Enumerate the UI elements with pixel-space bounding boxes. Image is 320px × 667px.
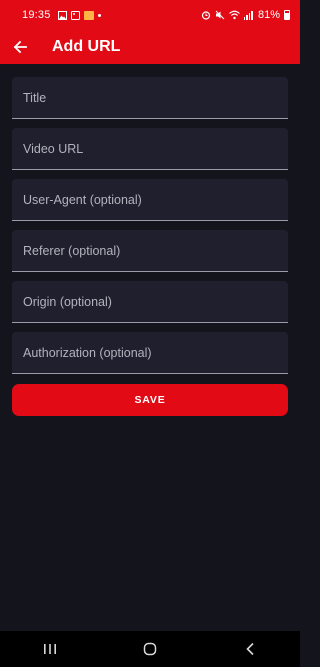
- dot-icon: [97, 13, 101, 17]
- recents-icon: [44, 644, 56, 654]
- arrow-left-icon: [13, 40, 27, 54]
- page-title: Add URL: [52, 38, 121, 55]
- wifi-icon: [229, 10, 240, 20]
- save-button[interactable]: SAVE: [12, 384, 288, 416]
- battery-percent: 81%: [257, 9, 280, 21]
- title-input[interactable]: [23, 77, 288, 118]
- status-right: 81%: [201, 9, 290, 21]
- home-icon: [143, 642, 157, 656]
- title-field[interactable]: [12, 77, 288, 119]
- status-left: 19:35: [22, 9, 101, 21]
- gallery-icon: [57, 10, 67, 20]
- recents-button[interactable]: [20, 631, 80, 667]
- user-agent-field[interactable]: [12, 179, 288, 221]
- alarm-icon: [201, 11, 211, 20]
- app-notification-icon: [83, 10, 94, 20]
- mute-icon: [215, 10, 225, 20]
- origin-field[interactable]: [12, 281, 288, 323]
- back-nav-button[interactable]: [220, 631, 280, 667]
- image-icon: [70, 10, 80, 20]
- referer-input[interactable]: [23, 230, 288, 271]
- referer-field[interactable]: [12, 230, 288, 272]
- origin-input[interactable]: [23, 281, 288, 322]
- status-time: 19:35: [22, 9, 51, 21]
- battery-icon: [284, 10, 290, 20]
- toolbar: Add URL: [0, 30, 300, 64]
- authorization-input[interactable]: [23, 332, 288, 373]
- back-icon: [246, 642, 254, 656]
- signal-icon: [243, 10, 253, 20]
- authorization-field[interactable]: [12, 332, 288, 374]
- video-url-input[interactable]: [23, 128, 288, 169]
- status-bar: 19:35 81%: [0, 0, 300, 30]
- home-button[interactable]: [120, 631, 180, 667]
- user-agent-input[interactable]: [23, 179, 288, 220]
- add-url-form: SAVE: [12, 77, 288, 416]
- back-button[interactable]: [0, 30, 40, 64]
- navigation-bar: [0, 631, 300, 667]
- video-url-field[interactable]: [12, 128, 288, 170]
- add-url-screen: 19:35 81% Add URL Title Video URL User-A…: [0, 0, 300, 667]
